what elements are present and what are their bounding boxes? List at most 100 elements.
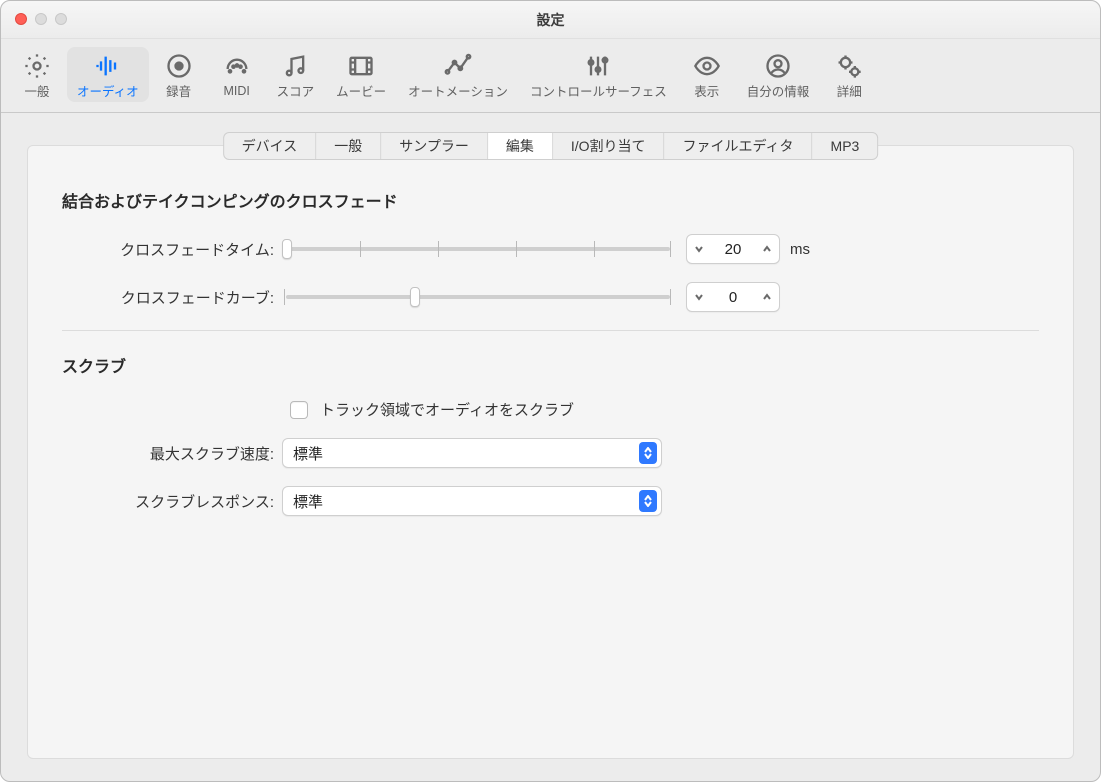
settings-panel: デバイス 一般 サンプラー 編集 I/O割り当て ファイルエディタ MP3 結合…	[27, 145, 1074, 759]
select-value: 標準	[293, 443, 323, 464]
select-max-scrub-speed[interactable]: 標準	[282, 438, 662, 468]
toolbar-label: スコア	[277, 81, 315, 100]
panel-inner: 結合およびテイクコンピングのクロスフェード クロスフェードタイム:	[28, 146, 1073, 544]
section-crossfade-title: 結合およびテイクコンピングのクロスフェード	[62, 188, 1039, 212]
slider-tick	[670, 289, 671, 305]
slider-track	[286, 247, 670, 251]
content-area: デバイス 一般 サンプラー 編集 I/O割り当て ファイルエディタ MP3 結合…	[1, 113, 1100, 781]
slider-tick	[438, 241, 439, 257]
toolbar-label: 表示	[694, 81, 719, 100]
sliders-icon	[583, 51, 613, 81]
label-crossfade-time: クロスフェードタイム:	[62, 239, 282, 260]
subtab-sampler[interactable]: サンプラー	[381, 133, 488, 159]
slider-track	[286, 295, 670, 299]
row-crossfade-time: クロスフェードタイム: 20	[62, 234, 1039, 264]
slider-tick	[516, 241, 517, 257]
chevron-down-icon[interactable]	[691, 283, 707, 311]
slider-tick	[594, 241, 595, 257]
close-window-button[interactable]	[15, 13, 27, 25]
toolbar-label: 詳細	[837, 81, 862, 100]
toolbar-label: オートメーション	[408, 81, 508, 100]
label-scrub-response: スクラブレスポンス:	[62, 491, 282, 512]
select-scrub-response[interactable]: 標準	[282, 486, 662, 516]
subtab-io[interactable]: I/O割り当て	[553, 133, 665, 159]
subtab-label: MP3	[831, 138, 860, 154]
chevron-up-icon[interactable]	[759, 283, 775, 311]
slider-crossfade-time[interactable]	[282, 238, 674, 260]
film-icon	[346, 51, 376, 81]
automation-icon	[443, 51, 473, 81]
toolbar-my-info[interactable]: 自分の情報	[737, 47, 820, 102]
stepper-value: 0	[707, 289, 759, 306]
label-scrub-tracks: トラック領域でオーディオをスクラブ	[320, 399, 574, 420]
record-icon	[164, 51, 194, 81]
row-max-scrub-speed: 最大スクラブ速度: 標準	[62, 438, 1039, 468]
row-scrub-response: スクラブレスポンス: 標準	[62, 486, 1039, 516]
toolbar-audio[interactable]: オーディオ	[67, 47, 149, 102]
person-icon	[763, 51, 793, 81]
toolbar-movie[interactable]: ムービー	[326, 47, 396, 102]
toolbar-control-surfaces[interactable]: コントロールサーフェス	[520, 47, 677, 102]
subtab-general[interactable]: 一般	[316, 133, 381, 159]
row-scrub-tracks: トラック領域でオーディオをスクラブ	[290, 399, 1039, 420]
subtab-device[interactable]: デバイス	[224, 133, 317, 159]
audio-subtabs: デバイス 一般 サンプラー 編集 I/O割り当て ファイルエディタ MP3	[223, 132, 879, 160]
toolbar-label: コントロールサーフェス	[530, 81, 667, 100]
select-arrows-icon	[639, 442, 657, 464]
stepper-crossfade-curve[interactable]: 0	[686, 282, 780, 312]
slider-crossfade-curve[interactable]	[282, 286, 674, 308]
eye-icon	[692, 51, 722, 81]
window-controls	[15, 13, 67, 25]
stepper-crossfade-time[interactable]: 20	[686, 234, 780, 264]
toolbar-automation[interactable]: オートメーション	[398, 47, 518, 102]
subtab-label: デバイス	[242, 136, 298, 156]
chevron-up-icon[interactable]	[759, 235, 775, 263]
subtab-file-editor[interactable]: ファイルエディタ	[665, 133, 813, 159]
gears-icon	[834, 51, 864, 81]
slider-thumb[interactable]	[282, 239, 292, 259]
slider-tick	[670, 241, 671, 257]
chevron-down-icon[interactable]	[691, 235, 707, 263]
subtab-mp3[interactable]: MP3	[813, 133, 878, 159]
label-max-scrub-speed: 最大スクラブ速度:	[62, 443, 282, 464]
subtab-edit[interactable]: 編集	[488, 133, 553, 159]
toolbar-label: MIDI	[223, 84, 249, 98]
label-crossfade-curve: クロスフェードカーブ:	[62, 287, 282, 308]
toolbar-label: ムービー	[336, 81, 386, 100]
row-crossfade-curve: クロスフェードカーブ: 0	[62, 282, 1039, 312]
toolbar-label: オーディオ	[77, 81, 139, 100]
toolbar-label: 一般	[24, 81, 49, 100]
toolbar-general[interactable]: 一般	[9, 47, 65, 102]
subtab-label: 一般	[334, 136, 362, 156]
music-note-icon	[280, 51, 310, 81]
subtab-label: I/O割り当て	[571, 136, 646, 156]
select-arrows-icon	[639, 490, 657, 512]
select-value: 標準	[293, 491, 323, 512]
toolbar-label: 自分の情報	[747, 81, 810, 100]
zoom-window-button[interactable]	[55, 13, 67, 25]
toolbar-label: 録音	[166, 81, 191, 100]
subtab-label: ファイルエディタ	[683, 136, 794, 156]
slider-thumb[interactable]	[410, 287, 420, 307]
waveform-icon	[93, 51, 123, 81]
midi-icon	[222, 54, 252, 84]
unit-ms: ms	[790, 241, 810, 258]
slider-tick	[284, 289, 285, 305]
checkbox-scrub-tracks[interactable]	[290, 401, 308, 419]
window-title: 設定	[537, 10, 565, 30]
titlebar: 設定	[1, 1, 1100, 39]
toolbar-advanced[interactable]: 詳細	[821, 47, 877, 102]
preferences-toolbar: 一般 オーディオ 録音 MIDI スコア	[1, 39, 1100, 113]
subtab-label: サンプラー	[399, 136, 469, 156]
toolbar-midi[interactable]: MIDI	[209, 50, 265, 100]
toolbar-display[interactable]: 表示	[679, 47, 735, 102]
toolbar-record[interactable]: 録音	[151, 47, 207, 102]
minimize-window-button[interactable]	[35, 13, 47, 25]
slider-tick	[360, 241, 361, 257]
divider	[62, 330, 1039, 331]
subtab-label: 編集	[506, 136, 534, 156]
section-scrub-title: スクラブ	[62, 353, 1039, 377]
toolbar-score[interactable]: スコア	[267, 47, 325, 102]
preferences-window: 設定 一般 オーディオ 録音 MIDI	[0, 0, 1101, 782]
gear-icon	[22, 51, 52, 81]
